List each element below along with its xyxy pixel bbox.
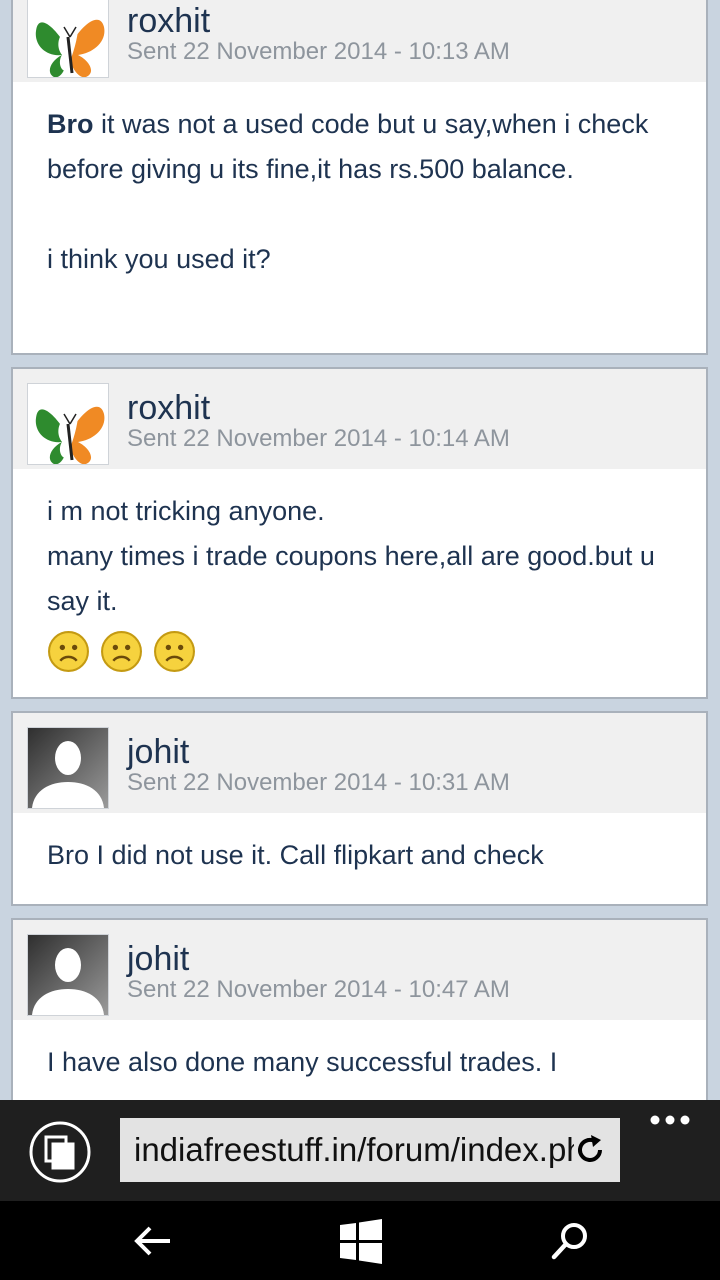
url-text[interactable]: indiafreestuff.in/forum/index.php (134, 1118, 574, 1182)
message-text: i m not tricking anyone. (47, 496, 325, 526)
bold-text: Bro (47, 109, 94, 139)
username[interactable]: roxhit (127, 2, 210, 41)
more-options-icon[interactable] (648, 1108, 692, 1132)
sent-timestamp: Sent 22 November 2014 - 10:14 AM (127, 425, 510, 452)
username[interactable]: roxhit (127, 389, 210, 428)
sad-smiley-icon (47, 630, 90, 673)
username[interactable]: johit (127, 940, 189, 979)
butterfly-avatar[interactable] (27, 0, 109, 78)
message-text: many times i trade coupons here,all are … (47, 541, 655, 616)
url-field[interactable]: indiafreestuff.in/forum/index.php (120, 1118, 620, 1182)
default-user-avatar[interactable] (27, 727, 109, 809)
back-arrow-icon[interactable] (126, 1215, 178, 1267)
message-header: johit Sent 22 November 2014 - 10:31 AM (13, 713, 706, 813)
message-text: Bro it was not a used code but u say,whe… (47, 102, 672, 192)
message-feed[interactable]: roxhit Sent 22 November 2014 - 10:13 AM … (0, 0, 720, 1100)
message-header: roxhit Sent 22 November 2014 - 10:13 AM (13, 0, 706, 82)
message-card: roxhit Sent 22 November 2014 - 10:13 AM … (11, 0, 708, 355)
sad-smiley-icon (100, 630, 143, 673)
message-body: I have also done many successful trades.… (13, 1020, 706, 1100)
message-body: Bro I did not use it. Call flipkart and … (13, 813, 706, 894)
message-card: johit Sent 22 November 2014 - 10:31 AM B… (11, 711, 708, 906)
message-text: Bro I did not use it. Call flipkart and … (47, 840, 544, 870)
butterfly-avatar[interactable] (27, 383, 109, 465)
message-text: I have also done many successful trades.… (47, 1047, 558, 1077)
default-user-avatar[interactable] (27, 934, 109, 1016)
message-card: roxhit Sent 22 November 2014 - 10:14 AM … (11, 367, 708, 699)
smilies-row (47, 630, 672, 673)
username[interactable]: johit (127, 733, 189, 772)
search-icon[interactable] (544, 1215, 596, 1267)
sad-smiley-icon (153, 630, 196, 673)
system-nav-bar (0, 1201, 720, 1280)
sent-timestamp: Sent 22 November 2014 - 10:31 AM (127, 769, 510, 796)
refresh-icon[interactable] (574, 1134, 606, 1166)
message-text-rest: it was not a used code but u say,when i … (47, 109, 649, 184)
sent-timestamp: Sent 22 November 2014 - 10:47 AM (127, 976, 510, 1003)
message-header: roxhit Sent 22 November 2014 - 10:14 AM (13, 369, 706, 469)
message-body: i m not tricking anyone. many times i tr… (13, 469, 706, 689)
message-header: johit Sent 22 November 2014 - 10:47 AM (13, 920, 706, 1020)
windows-logo-icon[interactable] (334, 1215, 386, 1267)
message-card: johit Sent 22 November 2014 - 10:47 AM I… (11, 918, 708, 1100)
message-body: Bro it was not a used code but u say,whe… (13, 82, 706, 298)
message-text: i think you used it? (47, 244, 271, 274)
sent-timestamp: Sent 22 November 2014 - 10:13 AM (127, 38, 510, 65)
tabs-icon[interactable] (28, 1120, 92, 1184)
browser-address-bar: indiafreestuff.in/forum/index.php (0, 1100, 720, 1201)
